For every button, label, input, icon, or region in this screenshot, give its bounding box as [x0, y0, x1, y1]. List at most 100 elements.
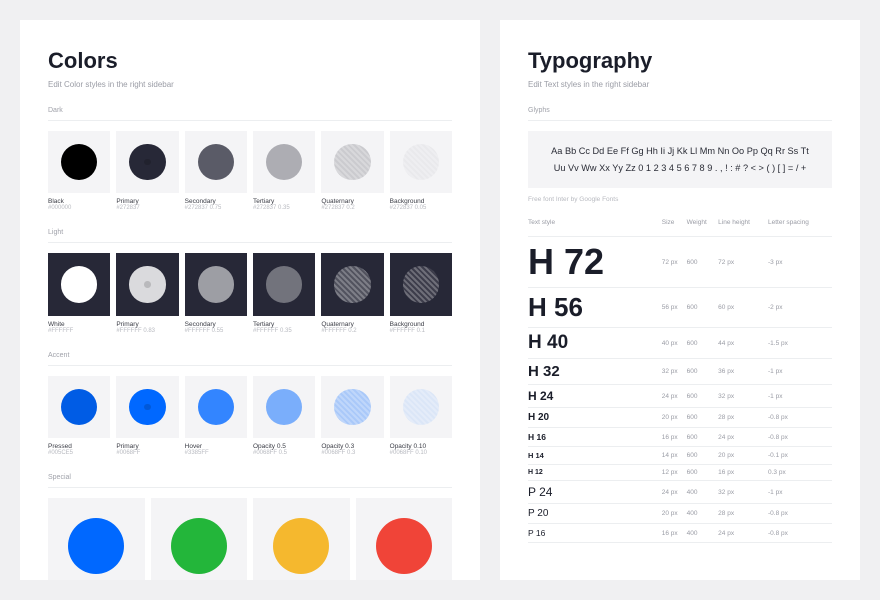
- colors-title: Colors: [48, 48, 452, 74]
- swatch-row: Black#000000Primary#272837Secondary#2728…: [48, 131, 452, 211]
- col-text-style: Text style: [528, 219, 662, 237]
- swatch-chip: [116, 253, 178, 315]
- swatch-chip: [321, 376, 383, 438]
- type-size: 56 px: [662, 288, 687, 328]
- col-weight: Weight: [687, 219, 719, 237]
- colors-subtitle: Edit Color styles in the right sidebar: [48, 80, 452, 89]
- type-line: 28 px: [718, 504, 768, 524]
- color-swatch: [151, 498, 248, 580]
- type-letter: 0.3 px: [768, 465, 832, 481]
- swatch-row: Pressed#005CE5Primary#0068FFHover#3385FF…: [48, 376, 452, 456]
- swatch-circle: [198, 266, 234, 302]
- swatch-code: #FFFFFF 0.1: [390, 328, 452, 334]
- type-letter: -1 px: [768, 481, 832, 504]
- type-letter: -1.5 px: [768, 328, 832, 359]
- swatch-circle: [61, 389, 97, 425]
- color-swatch: Secondary#272837 0.75: [185, 131, 247, 211]
- type-weight: 600: [687, 359, 719, 385]
- type-scale-table: Text style Size Weight Line height Lette…: [528, 219, 832, 543]
- swatch-circle: [171, 518, 227, 574]
- type-letter: -2 px: [768, 288, 832, 328]
- type-size: 16 px: [662, 524, 687, 543]
- swatch-circle: [198, 144, 234, 180]
- swatch-chip: [116, 376, 178, 438]
- swatch-name: Tertiary: [253, 198, 315, 205]
- type-line: 36 px: [718, 359, 768, 385]
- swatch-chip: [48, 253, 110, 315]
- swatch-circle: [61, 144, 97, 180]
- swatch-chip: [321, 253, 383, 315]
- swatch-circle: [266, 144, 302, 180]
- swatch-code: #FFFFFF 0.2: [321, 328, 383, 334]
- swatch-row: [48, 498, 452, 580]
- glyphs-separator: [528, 120, 832, 121]
- type-row: H 5656 px60060 px-2 px: [528, 288, 832, 328]
- swatch-row: White#FFFFFFPrimary#FFFFFF 0.83Secondary…: [48, 253, 452, 333]
- color-swatch: Background#272837 0.05: [390, 131, 452, 211]
- swatch-name: White: [48, 321, 110, 328]
- swatch-chip: [390, 131, 452, 193]
- swatch-code: #FFFFFF 0.83: [116, 328, 178, 334]
- swatch-chip: [48, 376, 110, 438]
- swatch-name: Quaternary: [321, 198, 383, 205]
- group-separator: [48, 242, 452, 243]
- type-line: 72 px: [718, 237, 768, 288]
- swatch-chip: [185, 131, 247, 193]
- type-weight: 600: [687, 428, 719, 447]
- swatch-chip: [253, 253, 315, 315]
- swatch-circle: [68, 518, 124, 574]
- color-swatch: Tertiary#FFFFFF 0.35: [253, 253, 315, 333]
- swatch-circle: [403, 266, 439, 302]
- type-sample: H 24: [528, 385, 662, 408]
- swatch-chip: [390, 253, 452, 315]
- swatch-code: #3385FF: [185, 450, 247, 456]
- glyph-sample-box: Aa Bb Cc Dd Ee Ff Gg Hh Ii Jj Kk Ll Mm N…: [528, 131, 832, 188]
- swatch-circle: [266, 389, 302, 425]
- type-letter: -1 px: [768, 359, 832, 385]
- swatch-circle: [403, 144, 439, 180]
- swatch-chip: [253, 131, 315, 193]
- type-weight: 400: [687, 481, 719, 504]
- type-sample: H 56: [528, 288, 662, 328]
- type-weight: 600: [687, 288, 719, 328]
- type-row: H 7272 px60072 px-3 px: [528, 237, 832, 288]
- type-line: 16 px: [718, 465, 768, 481]
- color-swatch: Secondary#FFFFFF 0.55: [185, 253, 247, 333]
- type-sample: P 24: [528, 481, 662, 504]
- swatch-circle: [61, 266, 97, 302]
- type-sample: P 20: [528, 504, 662, 524]
- swatch-circle: [129, 389, 165, 425]
- color-group-label: Special: [48, 474, 452, 481]
- swatch-chip: [253, 498, 350, 580]
- type-line: 32 px: [718, 385, 768, 408]
- type-weight: 600: [687, 328, 719, 359]
- swatch-name: Primary: [116, 198, 178, 205]
- swatch-name: Background: [390, 321, 452, 328]
- type-line: 24 px: [718, 524, 768, 543]
- typography-title: Typography: [528, 48, 832, 74]
- col-line-height: Line height: [718, 219, 768, 237]
- type-size: 40 px: [662, 328, 687, 359]
- swatch-chip: [116, 131, 178, 193]
- swatch-code: #FFFFFF 0.55: [185, 328, 247, 334]
- swatch-circle: [403, 389, 439, 425]
- typography-panel: Typography Edit Text styles in the right…: [500, 20, 860, 580]
- type-sample: H 40: [528, 328, 662, 359]
- type-size: 16 px: [662, 428, 687, 447]
- group-separator: [48, 120, 452, 121]
- group-separator: [48, 365, 452, 366]
- type-letter: -0.1 px: [768, 447, 832, 465]
- swatch-name: Primary: [116, 321, 178, 328]
- swatch-circle: [334, 389, 370, 425]
- color-swatch: Black#000000: [48, 131, 110, 211]
- type-line: 20 px: [718, 447, 768, 465]
- type-size: 20 px: [662, 504, 687, 524]
- swatch-code: #0068FF: [116, 450, 178, 456]
- typography-subtitle: Edit Text styles in the right sidebar: [528, 80, 832, 89]
- color-swatch: Opacity 0.5#0068FF 0.5: [253, 376, 315, 456]
- type-sample: H 20: [528, 408, 662, 428]
- type-row: P 2020 px40028 px-0.8 px: [528, 504, 832, 524]
- type-sample: H 14: [528, 447, 662, 465]
- col-size: Size: [662, 219, 687, 237]
- type-letter: -0.8 px: [768, 504, 832, 524]
